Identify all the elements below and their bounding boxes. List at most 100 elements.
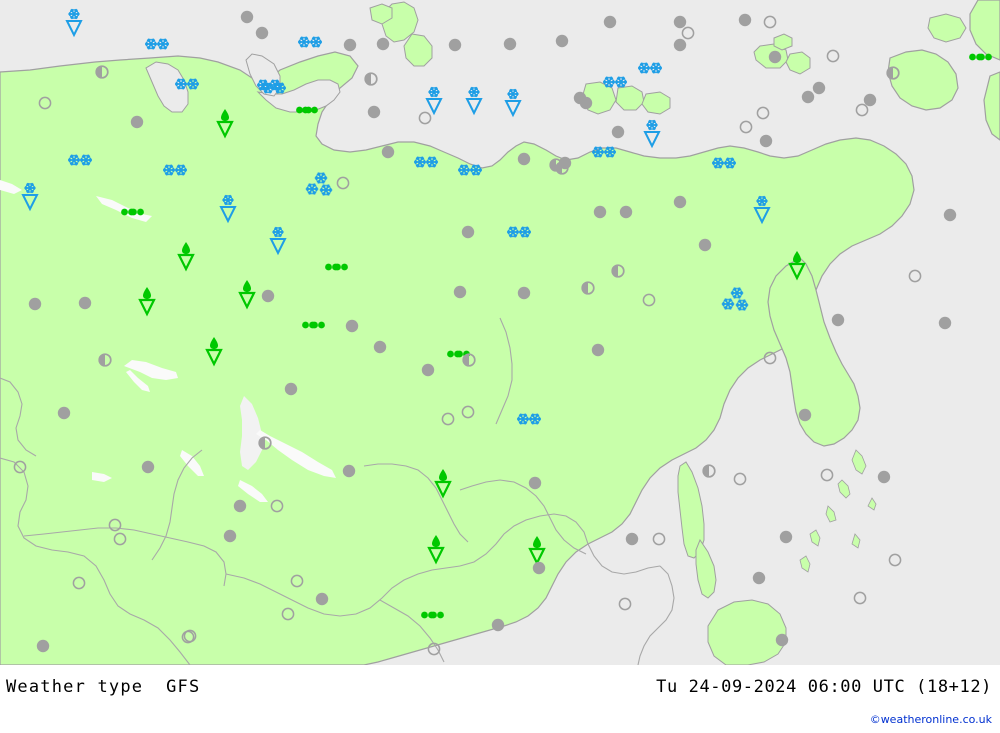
weather-symbol-cloudy xyxy=(738,13,752,27)
weather-symbol-clear xyxy=(38,96,52,110)
weather-symbol-snow xyxy=(458,164,482,176)
weather-symbol-cloudy xyxy=(461,225,475,239)
weather-symbols-layer xyxy=(0,0,1000,665)
weather-symbol-clear xyxy=(461,405,475,419)
weather-symbol-rain_shower xyxy=(427,535,445,565)
weather-symbol-clear xyxy=(642,293,656,307)
weather-symbol-cloudy xyxy=(673,15,687,29)
weather-symbol-clear xyxy=(763,351,777,365)
weather-symbol-cloudy xyxy=(240,10,254,24)
weather-symbol-snow xyxy=(638,62,662,74)
weather-symbol-cloudy xyxy=(343,38,357,52)
weather-symbol-cloudy xyxy=(593,205,607,219)
weather-symbol-clear xyxy=(270,499,284,513)
weather-symbol-clear xyxy=(855,103,869,117)
copyright-label: ©weatheronline.co.uk xyxy=(869,713,992,726)
weather-symbol-partly_cloudy xyxy=(886,66,900,80)
weather-symbol-cloudy xyxy=(579,96,593,110)
map-title-label: Weather type GFS xyxy=(6,677,201,697)
weather-symbol-snow xyxy=(175,78,199,90)
weather-symbol-snow xyxy=(603,76,627,88)
weather-symbol-cloudy xyxy=(315,592,329,606)
weather-symbol-snow_shower xyxy=(753,195,771,225)
weather-symbol-cloudy xyxy=(625,532,639,546)
weather-symbol-cloudy xyxy=(768,50,782,64)
weather-symbol-snow xyxy=(712,157,736,169)
weather-symbol-cloudy xyxy=(619,205,633,219)
weather-symbol-clear xyxy=(763,15,777,29)
weather-symbol-snow_shower xyxy=(65,8,83,38)
weather-symbol-cloudy xyxy=(673,38,687,52)
weather-symbol-cloudy xyxy=(373,340,387,354)
weather-symbol-snow_shower xyxy=(21,182,39,212)
weather-symbol-cloudy xyxy=(491,618,505,632)
weather-symbol-clear xyxy=(853,591,867,605)
weather-symbol-cloudy xyxy=(261,289,275,303)
weather-symbol-snow xyxy=(68,154,92,166)
weather-symbol-cloudy xyxy=(448,38,462,52)
weather-symbol-cloudy xyxy=(503,37,517,51)
weather-symbol-partly_cloudy xyxy=(462,353,476,367)
weather-symbol-snow xyxy=(262,82,286,94)
weather-symbol-cloudy xyxy=(603,15,617,29)
weather-symbol-snow xyxy=(414,156,438,168)
weather-symbol-cloudy xyxy=(863,93,877,107)
weather-symbol-clear xyxy=(826,49,840,63)
weather-symbol-clear xyxy=(72,576,86,590)
weather-symbol-rain_shower xyxy=(216,109,234,139)
weather-symbol-snow_shower xyxy=(465,86,483,116)
weather-symbol-cloudy xyxy=(284,382,298,396)
weather-symbol-rain xyxy=(302,106,318,114)
weather-symbol-cloudy xyxy=(831,313,845,327)
weather-symbol-partly_cloudy xyxy=(702,464,716,478)
weather-symbol-cloudy xyxy=(453,285,467,299)
weather-symbol-cloudy xyxy=(532,561,546,575)
weather-symbol-clear xyxy=(652,532,666,546)
weather-symbol-snow xyxy=(298,36,322,48)
weather-symbol-rain xyxy=(976,53,992,61)
weather-symbol-cloudy xyxy=(801,90,815,104)
weather-symbol-cloudy xyxy=(141,460,155,474)
weather-symbol-snow xyxy=(517,413,541,425)
weather-symbol-cloudy xyxy=(233,499,247,513)
weather-symbol-partly_cloudy xyxy=(98,353,112,367)
weather-symbol-clear xyxy=(281,607,295,621)
weather-symbol-snow_shower xyxy=(219,194,237,224)
weather-symbol-cloudy xyxy=(78,296,92,310)
weather-symbol-cloudy xyxy=(779,530,793,544)
weather-symbol-snow_heavy xyxy=(721,287,749,311)
weather-symbol-partly_cloudy xyxy=(555,161,569,175)
weather-symbol-cloudy xyxy=(342,464,356,478)
weather-symbol-cloudy xyxy=(367,105,381,119)
weather-symbol-cloudy xyxy=(345,319,359,333)
weather-symbol-clear xyxy=(820,468,834,482)
weather-symbol-cloudy xyxy=(36,639,50,653)
weather-symbol-partly_cloudy xyxy=(258,436,272,450)
weather-symbol-cloudy xyxy=(421,363,435,377)
weather-symbol-clear xyxy=(427,642,441,656)
weather-symbol-clear xyxy=(290,574,304,588)
weather-symbol-cloudy xyxy=(255,26,269,40)
weather-symbol-rain_shower xyxy=(788,251,806,281)
weather-symbol-cloudy xyxy=(775,633,789,647)
weather-symbol-snow xyxy=(145,38,169,50)
weather-symbol-cloudy xyxy=(555,34,569,48)
weather-symbol-clear xyxy=(888,553,902,567)
weather-symbol-cloudy xyxy=(28,297,42,311)
weather-symbol-rain_shower xyxy=(205,337,223,367)
weather-symbol-cloudy xyxy=(752,571,766,585)
weather-symbol-cloudy xyxy=(611,125,625,139)
weather-symbol-cloudy xyxy=(57,406,71,420)
weather-symbol-snow_shower xyxy=(643,119,661,149)
weather-symbol-partly_cloudy xyxy=(364,72,378,86)
weather-symbol-cloudy xyxy=(698,238,712,252)
weather-symbol-snow xyxy=(163,164,187,176)
weather-symbol-cloudy xyxy=(591,343,605,357)
weather-symbol-cloudy xyxy=(381,145,395,159)
weather-symbol-partly_cloudy xyxy=(611,264,625,278)
weather-symbol-cloudy xyxy=(673,195,687,209)
weather-symbol-rain_shower xyxy=(434,469,452,499)
weather-symbol-clear xyxy=(108,518,122,532)
weather-symbol-clear xyxy=(113,532,127,546)
weather-symbol-rain xyxy=(428,611,444,619)
